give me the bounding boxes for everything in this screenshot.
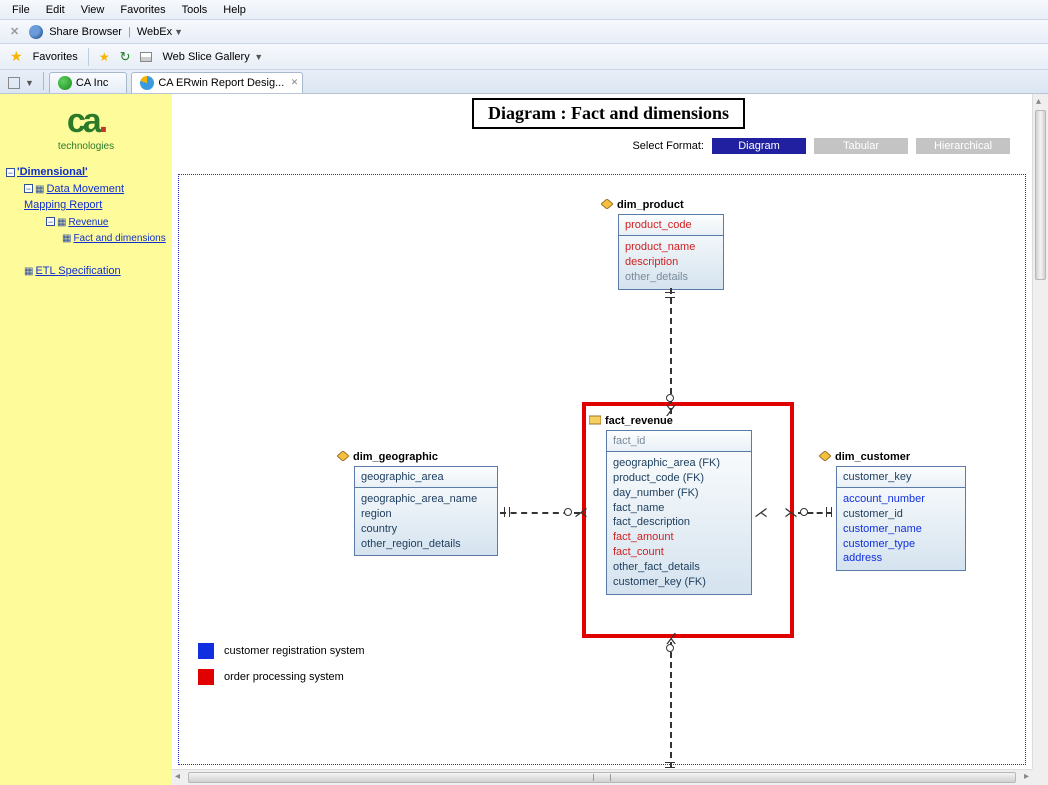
logo: ca. technologies	[6, 102, 166, 152]
favorites-button[interactable]: Favorites	[33, 51, 78, 63]
connector-end	[666, 394, 674, 402]
tree-collapse-icon[interactable]: −	[6, 168, 15, 177]
entity-pk: customer_key	[837, 467, 965, 488]
menu-tools[interactable]: Tools	[176, 2, 214, 18]
entity-fact-revenue[interactable]: fact_revenue fact_id geographic_area (FK…	[606, 430, 752, 595]
entity-dim-geographic[interactable]: dim_geographic geographic_area geographi…	[354, 466, 498, 556]
entity-attrs: geographic_area_name region country othe…	[355, 488, 497, 555]
quick-tabs-icon[interactable]: ▼	[4, 77, 38, 93]
entity-pk: product_code	[619, 215, 723, 236]
legend-swatch-blue	[198, 643, 214, 659]
entity-attrs: account_number customer_id customer_name…	[837, 488, 965, 570]
scroll-thumb[interactable]	[1035, 110, 1046, 280]
menu-help[interactable]: Help	[217, 2, 252, 18]
doc-icon: ▦	[24, 266, 33, 277]
ie-icon	[140, 76, 154, 90]
tab-close-icon[interactable]: ✕	[291, 77, 299, 88]
sidebar: ca. technologies −'Dimensional' −▦Data M…	[0, 94, 172, 785]
diagram-title: Diagram : Fact and dimensions	[472, 98, 745, 129]
tree-collapse-icon[interactable]: −	[46, 217, 55, 226]
entity-pk: fact_id	[607, 431, 751, 452]
legend-label: customer registration system	[224, 645, 365, 657]
toolbar-close-icon[interactable]: ✕	[6, 25, 23, 38]
connector-end	[665, 767, 675, 768]
scroll-corner	[1032, 769, 1048, 785]
star-icon: ★	[10, 48, 23, 65]
connector-end	[665, 297, 675, 298]
tab-erwin-report[interactable]: CA ERwin Report Desig... ✕	[131, 72, 303, 93]
entity-name: dim_customer	[833, 451, 912, 465]
dimension-icon	[819, 451, 831, 461]
separator	[43, 72, 44, 90]
crowfoot-icon: ⋋	[784, 504, 798, 521]
menubar: File Edit View Favorites Tools Help	[0, 0, 1048, 20]
toolbar-share: ✕ Share Browser | WebEx▼	[0, 20, 1048, 44]
format-selector: Select Format: Diagram Tabular Hierarchi…	[632, 138, 1010, 154]
globe-icon	[29, 25, 43, 39]
dimension-icon	[337, 451, 349, 461]
doc-icon: ▦	[57, 217, 66, 228]
tab-label: CA ERwin Report Desig...	[158, 77, 284, 89]
dimension-icon	[601, 199, 613, 209]
connector-end	[665, 762, 675, 763]
connector-end	[826, 507, 827, 517]
menu-edit[interactable]: Edit	[40, 2, 71, 18]
crowfoot-icon: ⋌	[574, 504, 588, 521]
nav-tree: −'Dimensional' −▦Data Movement Mapping R…	[6, 164, 166, 279]
entity-pk: geographic_area	[355, 467, 497, 488]
connector-end	[831, 507, 832, 517]
format-tabular-button[interactable]: Tabular	[814, 138, 908, 154]
separator	[88, 48, 89, 66]
web-slice-icon	[140, 52, 152, 62]
content-pane: Diagram : Fact and dimensions Select For…	[172, 94, 1048, 785]
tab-favicon-icon	[58, 76, 72, 90]
select-format-label: Select Format:	[632, 140, 704, 152]
tree-revenue[interactable]: Revenue	[68, 217, 108, 228]
tab-ca-inc[interactable]: CA Inc	[49, 72, 127, 93]
connector-end	[800, 508, 808, 516]
tree-root[interactable]: 'Dimensional'	[17, 166, 88, 178]
entity-attrs: geographic_area (FK) product_code (FK) d…	[607, 452, 751, 594]
legend: customer registration system order proce…	[198, 643, 365, 695]
tree-fact-dimensions[interactable]: Fact and dimensions	[73, 233, 165, 244]
format-diagram-button[interactable]: Diagram	[712, 138, 806, 154]
vertical-scrollbar[interactable]	[1032, 94, 1048, 785]
horizontal-scrollbar[interactable]	[172, 769, 1032, 785]
legend-swatch-red	[198, 669, 214, 685]
tab-strip: ▼ CA Inc CA ERwin Report Desig... ✕	[0, 70, 1048, 94]
menu-view[interactable]: View	[75, 2, 111, 18]
tree-collapse-icon[interactable]: −	[24, 184, 33, 193]
crowfoot-icon: ⋌	[754, 504, 768, 521]
doc-icon: ▦	[35, 184, 44, 195]
favorites-bar: ★ Favorites ★ ↻ Web Slice Gallery ▼	[0, 44, 1048, 70]
crowfoot-icon: ⋋	[663, 404, 680, 418]
diagram-canvas[interactable]: dim_product product_code product_name de…	[178, 174, 1026, 765]
connector-end	[504, 507, 505, 517]
tree-etl-spec[interactable]: ETL Specification	[35, 265, 120, 277]
refresh-icon[interactable]: ↻	[120, 49, 131, 65]
toolbar-separator: |	[128, 26, 131, 38]
format-hierarchical-button[interactable]: Hierarchical	[916, 138, 1010, 154]
entity-attrs: product_name description other_details	[619, 236, 723, 289]
entity-name: dim_product	[615, 199, 686, 213]
entity-dim-product[interactable]: dim_product product_code product_name de…	[618, 214, 724, 290]
connector-end	[564, 508, 572, 516]
web-slice-gallery-button[interactable]: Web Slice Gallery ▼	[162, 51, 263, 63]
entity-dim-customer[interactable]: dim_customer customer_key account_number…	[836, 466, 966, 571]
doc-icon: ▦	[62, 233, 71, 244]
fact-icon	[589, 415, 601, 425]
main: ca. technologies −'Dimensional' −▦Data M…	[0, 94, 1048, 785]
legend-label: order processing system	[224, 671, 344, 683]
menu-file[interactable]: File	[6, 2, 36, 18]
star-small-icon: ★	[99, 50, 110, 64]
menu-favorites[interactable]: Favorites	[114, 2, 171, 18]
connector-end	[509, 507, 510, 517]
entity-name: dim_geographic	[351, 451, 440, 465]
webex-menu[interactable]: WebEx▼	[137, 26, 183, 38]
connector-end	[665, 292, 675, 293]
crowfoot-icon: ⋋	[663, 632, 680, 646]
connector	[670, 642, 672, 768]
tab-label: CA Inc	[76, 77, 108, 89]
share-browser-button[interactable]: Share Browser	[49, 26, 122, 38]
